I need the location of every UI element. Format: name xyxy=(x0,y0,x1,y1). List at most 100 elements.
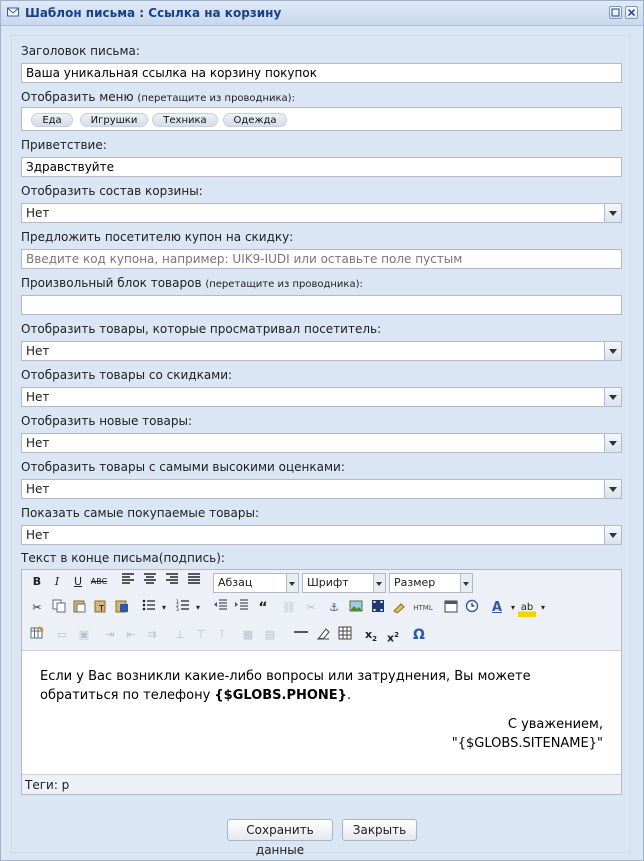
new-select[interactable]: Нет xyxy=(21,433,622,453)
delete-row-icon[interactable]: ⇉ xyxy=(143,626,161,644)
align-justify-icon[interactable] xyxy=(185,573,203,591)
paste-icon[interactable] xyxy=(71,599,89,617)
best-select-value: Нет xyxy=(26,528,50,542)
strikethrough-icon[interactable]: ABC xyxy=(90,573,108,591)
signature-paragraph: Если у Вас возникли какие-либо вопросы и… xyxy=(40,667,610,705)
chevron-down-icon[interactable] xyxy=(604,342,621,360)
discount-select[interactable]: Нет xyxy=(21,387,622,407)
font-dropdown[interactable]: Шрифт xyxy=(302,573,386,593)
image-icon[interactable] xyxy=(347,599,365,617)
subscript-icon[interactable]: x2 xyxy=(362,626,380,644)
remove-format-icon[interactable] xyxy=(314,626,332,644)
subject-label: Заголовок письма: xyxy=(21,44,140,58)
insert-table-icon[interactable] xyxy=(28,626,46,644)
signature-block: С уважением, "{$GLOBS.SITENAME}" xyxy=(452,715,603,753)
title-bar[interactable]: Шаблон письма : Ссылка на корзину xyxy=(1,1,643,26)
html-source-icon[interactable]: HTML xyxy=(411,599,435,617)
svg-text:3: 3 xyxy=(176,607,179,611)
viewed-select[interactable]: Нет xyxy=(21,341,622,361)
chevron-down-icon[interactable] xyxy=(373,574,385,592)
format-dropdown[interactable]: Абзац xyxy=(213,573,299,593)
cut-icon[interactable]: ✂ xyxy=(28,599,46,617)
outdent-icon[interactable] xyxy=(212,599,230,617)
col-before-icon[interactable]: ⊥ xyxy=(171,626,189,644)
viewed-label: Отобразить товары, которые просматривал … xyxy=(21,322,382,336)
row-after-icon[interactable]: ⇤ xyxy=(122,626,140,644)
copy-icon[interactable] xyxy=(50,599,68,617)
split-cells-icon[interactable]: ▦ xyxy=(239,626,257,644)
sitename-variable: "{$GLOBS.SITENAME}" xyxy=(451,736,603,751)
special-char-icon[interactable]: Ω xyxy=(410,626,428,644)
cart-select-value: Нет xyxy=(26,206,50,220)
chevron-down-icon[interactable] xyxy=(460,574,472,592)
col-after-icon[interactable]: ⊤ xyxy=(192,626,210,644)
signature-body-end: . xyxy=(346,688,352,703)
anchor-icon[interactable]: ⚓ xyxy=(325,599,343,617)
align-center-icon[interactable] xyxy=(141,573,159,591)
editor-content[interactable]: Если у Вас возникли какие-либо вопросы и… xyxy=(22,651,621,773)
size-dropdown[interactable]: Размер xyxy=(389,573,473,593)
close-window-button[interactable] xyxy=(625,6,638,19)
chevron-down-icon[interactable] xyxy=(604,480,621,498)
visual-aid-icon[interactable] xyxy=(336,626,354,644)
maximize-button[interactable] xyxy=(609,6,622,19)
chevron-down-icon[interactable] xyxy=(604,526,621,544)
chevron-down-icon[interactable]: ▾ xyxy=(189,599,207,617)
menu-chip-clothes[interactable]: Одежда xyxy=(223,113,287,127)
paste-word-icon[interactable] xyxy=(113,599,131,617)
superscript-icon[interactable]: x2 xyxy=(384,626,402,645)
regards-text: С уважением, xyxy=(507,717,603,732)
align-right-icon[interactable] xyxy=(163,573,181,591)
rated-select-value: Нет xyxy=(26,482,50,496)
save-button[interactable]: Сохранить данные xyxy=(227,819,333,857)
cell-props-icon[interactable]: ▣ xyxy=(75,626,93,644)
menu-chip-food[interactable]: Еда xyxy=(31,113,73,127)
delete-col-icon[interactable]: ⊺ xyxy=(213,626,231,644)
custom-block-dropzone[interactable] xyxy=(21,295,622,315)
media-icon[interactable] xyxy=(369,599,387,617)
unlink-icon[interactable]: ✂ xyxy=(302,599,320,617)
insert-time-icon[interactable] xyxy=(463,599,481,617)
indent-icon[interactable] xyxy=(233,599,251,617)
chevron-down-icon[interactable] xyxy=(604,434,621,452)
greeting-label: Приветствие: xyxy=(21,138,107,152)
blockquote-icon[interactable]: “ xyxy=(254,599,272,617)
row-props-icon[interactable]: ▭ xyxy=(53,626,71,644)
cart-select[interactable]: Нет xyxy=(21,203,622,223)
greeting-input[interactable]: Здравствуйте xyxy=(21,157,622,177)
custom-block-label-text: Произвольный блок товаров xyxy=(21,276,202,290)
link-icon[interactable]: ⛓ xyxy=(280,599,298,617)
new-select-value: Нет xyxy=(26,436,50,450)
menu-chip-toys[interactable]: Игрушки xyxy=(80,113,148,127)
menu-chip-tech[interactable]: Техника xyxy=(152,113,218,127)
coupon-input[interactable]: Введите код купона, например: UIK9-IUDI … xyxy=(21,249,622,269)
chevron-down-icon[interactable] xyxy=(604,204,621,222)
size-dropdown-value: Размер xyxy=(394,576,436,589)
coupon-label: Предложить посетителю купон на скидку: xyxy=(21,230,294,244)
rated-select[interactable]: Нет xyxy=(21,479,622,499)
chevron-down-icon[interactable] xyxy=(604,388,621,406)
italic-icon[interactable]: I xyxy=(48,573,66,591)
subject-input[interactable]: Ваша уникальная ссылка на корзину покупо… xyxy=(21,63,622,83)
paste-text-icon[interactable]: T xyxy=(92,599,110,617)
editor-toolbar: B I U ABC Абзац Шрифт Размер ✂ T ▾ 1 2 3… xyxy=(22,570,621,651)
best-label: Показать самые покупаемые товары: xyxy=(21,506,259,520)
row-before-icon[interactable]: ⇥ xyxy=(101,626,119,644)
email-icon xyxy=(7,7,19,17)
bold-icon[interactable]: B xyxy=(28,573,46,591)
cleanup-icon[interactable] xyxy=(390,599,408,617)
chevron-down-icon[interactable]: ▾ xyxy=(534,599,552,617)
underline-icon[interactable]: U xyxy=(69,573,87,591)
menu-dropzone[interactable]: Еда Игрушки Техника Одежда xyxy=(21,107,622,131)
chevron-down-icon[interactable]: ▾ xyxy=(155,599,173,617)
merge-cells-icon[interactable]: ▤ xyxy=(261,626,279,644)
best-select[interactable]: Нет xyxy=(21,525,622,545)
chevron-down-icon[interactable] xyxy=(286,574,298,592)
font-dropdown-value: Шрифт xyxy=(307,576,349,589)
align-left-icon[interactable] xyxy=(119,573,137,591)
insert-date-icon[interactable] xyxy=(442,599,460,617)
dialog-title: Шаблон письма : Ссылка на корзину xyxy=(25,6,282,20)
horizontal-rule-icon[interactable] xyxy=(292,626,310,644)
custom-block-label: Произвольный блок товаров (перетащите из… xyxy=(21,276,363,290)
close-button[interactable]: Закрыть xyxy=(342,819,417,841)
